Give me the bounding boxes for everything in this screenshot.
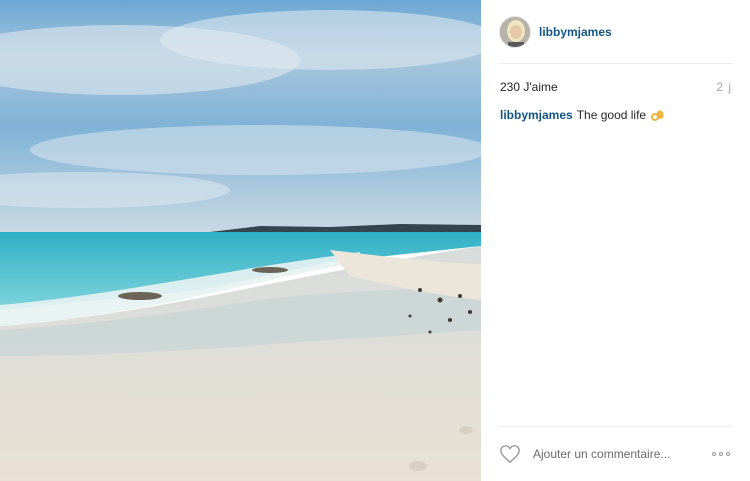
likes-count[interactable]: 230 J'aime: [500, 80, 558, 94]
divider: [499, 63, 732, 64]
more-options-icon[interactable]: [712, 451, 732, 457]
post-details-panel: libbymjames 230 J'aime 2 j libbymjames T…: [481, 0, 750, 481]
caption: libbymjames The good life: [500, 108, 732, 122]
username-link[interactable]: libbymjames: [539, 25, 612, 39]
beach-photo-image: [0, 0, 481, 481]
caption-username-link[interactable]: libbymjames: [500, 108, 573, 122]
likes-row: 230 J'aime 2 j: [500, 79, 732, 95]
comment-input[interactable]: [533, 447, 693, 461]
post-photo[interactable]: [0, 0, 481, 481]
divider: [499, 426, 732, 427]
avatar-image: [500, 17, 530, 47]
heart-icon[interactable]: [499, 444, 521, 464]
avatar[interactable]: [499, 16, 531, 48]
ok-hand-emoji-icon: [650, 108, 664, 122]
post-time[interactable]: 2 j: [716, 80, 732, 94]
caption-text: The good life: [576, 108, 647, 122]
post-header: libbymjames: [499, 16, 612, 48]
comment-bar: [499, 440, 732, 468]
